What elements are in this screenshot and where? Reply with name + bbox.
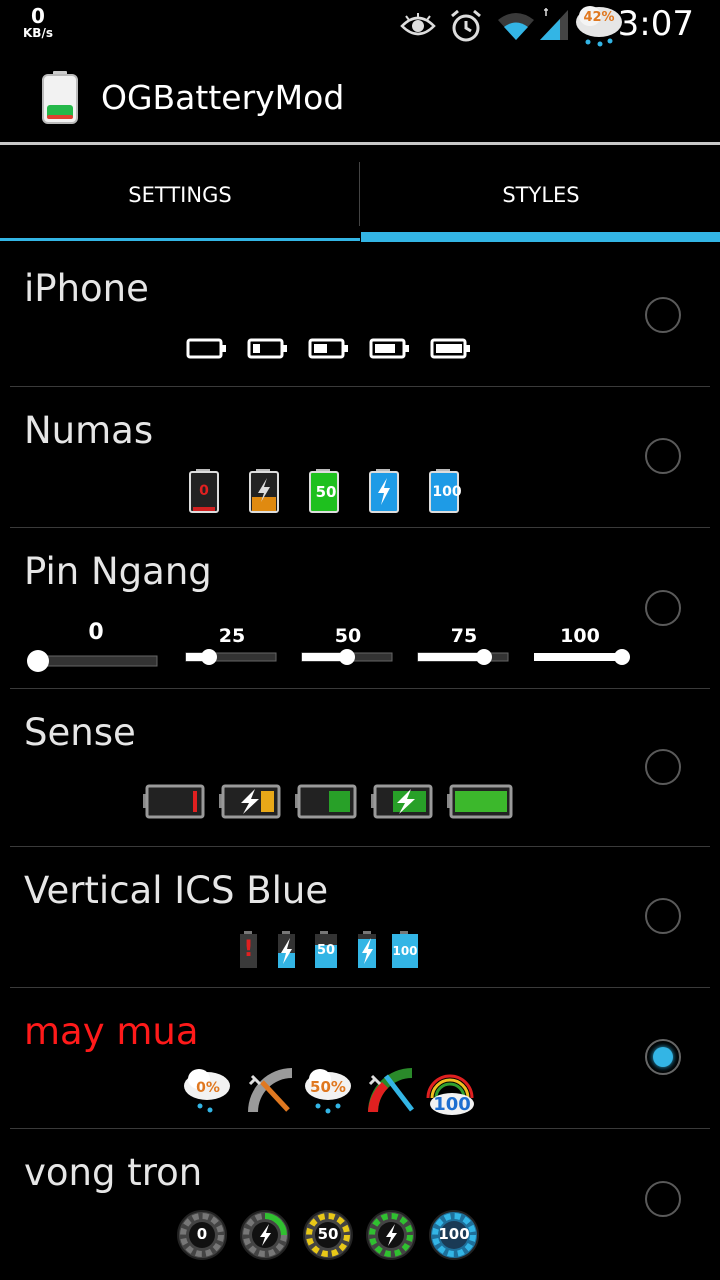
iphone-battery-icons (186, 338, 470, 359)
style-radio-sense[interactable] (645, 749, 681, 785)
battery-level-label: 100 (432, 484, 462, 500)
style-name: vong tron (24, 1151, 203, 1194)
style-name: iPhone (24, 267, 149, 310)
tab-styles[interactable]: STYLES (361, 146, 720, 242)
style-row-numas[interactable]: Numas 0 50 100 (0, 387, 720, 527)
sense-battery-icons (143, 784, 513, 819)
battery-level-label: 0 (199, 483, 209, 499)
network-speed: 0 KB/s (18, 6, 58, 40)
style-radio-numas[interactable] (645, 438, 681, 474)
battery-level-label: 100 (392, 944, 418, 958)
gauge-icon (368, 1068, 414, 1112)
style-row-vong-tron[interactable]: vong tron 0 50 100 (0, 1129, 720, 1280)
style-radio-pin-ngang[interactable] (645, 590, 681, 626)
style-radio-vertical-ics-blue[interactable] (645, 898, 681, 934)
wifi-icon (498, 13, 534, 40)
style-row-sense[interactable]: Sense (0, 689, 720, 846)
app-title: OGBatteryMod (101, 78, 345, 117)
signal-icon (540, 8, 568, 40)
status-bar: 0 KB/s 42% 3:07 (0, 0, 720, 50)
style-row-iphone[interactable]: iPhone (0, 245, 720, 386)
circle-level-label: 50 (317, 1225, 339, 1243)
tab-styles-indicator (361, 232, 720, 242)
weather-level-label: 100 (433, 1094, 471, 1115)
slider-level-label: 75 (450, 625, 478, 647)
weather-cloud-icon (576, 6, 622, 47)
clock: 3:07 (617, 4, 694, 44)
style-radio-vong-tron[interactable] (645, 1181, 681, 1217)
style-radio-iphone[interactable] (645, 297, 681, 333)
tab-settings-indicator (0, 238, 360, 241)
network-speed-unit: KB/s (23, 26, 53, 40)
horizontal-slider-icons (27, 649, 630, 672)
battery-level-label: 50 (315, 483, 337, 501)
action-bar-divider (0, 142, 720, 145)
style-name: may mua (24, 1010, 199, 1053)
alarm-icon (451, 9, 481, 42)
style-name: Vertical ICS Blue (24, 869, 329, 912)
style-radio-may-mua[interactable] (645, 1039, 681, 1075)
style-name: Pin Ngang (24, 550, 212, 593)
circle-level-label: 100 (438, 1225, 470, 1243)
weather-level-label: 0% (196, 1080, 220, 1096)
action-bar: OGBatteryMod (0, 52, 720, 144)
slider-level-label: 100 (560, 625, 600, 647)
network-speed-value: 0 (31, 4, 45, 28)
style-row-vertical-ics-blue[interactable]: Vertical ICS Blue ! 50 100 (0, 847, 720, 987)
slider-level-label: 25 (218, 625, 246, 647)
tab-separator (359, 162, 360, 226)
battery-app-icon (42, 71, 78, 124)
slider-level-label: 0 (88, 620, 104, 645)
weather-level-label: 50% (310, 1078, 346, 1096)
slider-level-label: 50 (334, 625, 362, 647)
circle-level-label: 0 (196, 1225, 208, 1243)
battery-level-label: ! (243, 937, 254, 962)
style-name: Sense (24, 711, 136, 754)
style-name: Numas (24, 409, 154, 452)
weather-percent: 42% (583, 10, 615, 25)
tab-bar: SETTINGS STYLES (0, 146, 720, 242)
eye-icon (400, 13, 436, 36)
style-row-may-mua[interactable]: may mua 0% 50% 100 (0, 988, 720, 1128)
tab-settings[interactable]: SETTINGS (0, 146, 360, 242)
gauge-icon (248, 1068, 292, 1112)
style-row-pin-ngang[interactable]: Pin Ngang 0 25 50 75 100 (0, 528, 720, 688)
battery-level-label: 50 (316, 943, 336, 958)
